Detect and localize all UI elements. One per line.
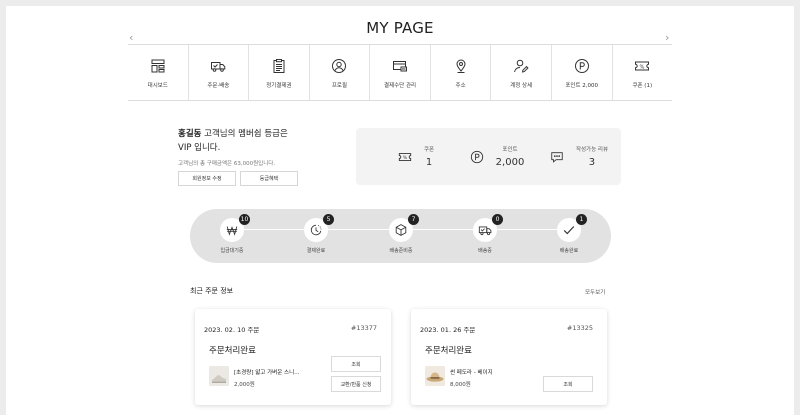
delivery-truck-icon bbox=[211, 62, 226, 72]
order-card[interactable]: 2023. 02. 10 주문 #13377 주문처리완료 [초경량] 얇고 가… bbox=[195, 309, 391, 405]
member-name: 홍길동 bbox=[178, 129, 202, 139]
purchase-total: 고객님의 총 구매금액은 63,000원입니다. bbox=[178, 161, 276, 167]
review-stat[interactable]: 작성가능 리뷰 3 bbox=[538, 145, 620, 168]
product-thumbnail[interactable] bbox=[209, 366, 229, 386]
step-count-badge: 1 bbox=[576, 214, 587, 225]
nav-label: 대시보드 bbox=[147, 83, 168, 89]
step-label: 배송완료 bbox=[559, 248, 579, 254]
coupon-icon: % bbox=[398, 152, 412, 161]
product-name[interactable]: 썬 페도라 - 베이지 bbox=[450, 368, 493, 376]
coupon-stat[interactable]: % 쿠폰 1 bbox=[376, 145, 456, 168]
view-all-link[interactable]: 모두보기 bbox=[585, 288, 605, 296]
credit-card-icon bbox=[393, 61, 408, 72]
recent-orders-title: 최근 주문 정보 bbox=[190, 287, 234, 295]
step-label: 배송준비중 bbox=[389, 248, 413, 254]
point-label: 포인트 bbox=[502, 147, 518, 153]
point-value: 2,000 bbox=[495, 157, 525, 168]
point-icon bbox=[574, 59, 589, 73]
order-status: 주문처리완료 bbox=[209, 346, 256, 356]
step-label: 입금대기중 bbox=[220, 248, 244, 254]
point-icon bbox=[470, 150, 483, 163]
dashboard-icon bbox=[151, 59, 165, 73]
nav-label: 결제수단 관리 bbox=[383, 83, 417, 89]
step-awaiting-deposit[interactable]: 10 입금대기중 bbox=[202, 214, 262, 254]
nav-item-account[interactable]: 계정 상세 bbox=[490, 45, 551, 100]
nav-item-points[interactable]: 포인트 2,000 bbox=[550, 45, 612, 100]
nav-item-profile[interactable]: 프로필 bbox=[308, 45, 370, 100]
nav-label: 계정 상세 bbox=[510, 83, 533, 89]
order-number: #13377 bbox=[350, 324, 377, 332]
profile-icon bbox=[332, 59, 347, 73]
step-count-badge: 7 bbox=[408, 214, 419, 225]
nav-label: 정기결제권 bbox=[266, 83, 292, 89]
product-price: 2,000원 bbox=[234, 382, 255, 388]
order-card[interactable]: 2023. 01. 26 주문 #13325 주문처리완료 썬 페도라 - 베이… bbox=[411, 309, 607, 405]
step-payment-complete[interactable]: 5 결제완료 bbox=[286, 214, 346, 254]
nav-label: 포인트 2,000 bbox=[565, 83, 599, 89]
clock-icon bbox=[310, 224, 322, 236]
membership-info: 홍길동 고객님의 멤버쉽 등급은 VIP 입니다. 고객님의 총 구매금액은 6… bbox=[178, 127, 298, 186]
step-count-badge: 0 bbox=[492, 214, 503, 225]
nav-item-subscription[interactable]: 정기결제권 bbox=[248, 45, 309, 100]
step-shipping[interactable]: 0 배송중 bbox=[455, 214, 515, 254]
exchange-return-button[interactable]: 교환/반품 신청 bbox=[331, 376, 381, 392]
order-date: 2023. 02. 10 주문 bbox=[204, 326, 260, 334]
stats-panel: % 쿠폰 1 포인트 2,000 작성가능 리뷰 3 bbox=[356, 128, 621, 185]
coupon-icon: % bbox=[635, 61, 650, 71]
product-price: 8,000원 bbox=[450, 382, 471, 388]
nav-next-arrow[interactable]: › bbox=[665, 31, 669, 44]
review-label: 작성가능 리뷰 bbox=[575, 147, 609, 153]
step-count-badge: 5 bbox=[323, 214, 334, 225]
nav-item-payment[interactable]: 결제수단 관리 bbox=[369, 45, 430, 100]
nav-label: 주소 bbox=[455, 83, 466, 89]
order-number: #13325 bbox=[566, 324, 593, 332]
view-order-button[interactable]: 조회 bbox=[543, 376, 593, 392]
nav-item-coupons[interactable]: % 쿠폰 (1) bbox=[611, 45, 673, 100]
nav-item-address[interactable]: 주소 bbox=[429, 45, 491, 100]
box-icon bbox=[395, 224, 407, 236]
page-title: MY PAGE bbox=[366, 19, 434, 37]
membership-grade: VIP 입니다. bbox=[178, 143, 221, 153]
step-preparing-shipment[interactable]: 7 배송준비중 bbox=[371, 214, 431, 254]
point-stat[interactable]: 포인트 2,000 bbox=[456, 145, 538, 168]
nav-label: 프로필 bbox=[331, 83, 348, 89]
delivery-truck-icon bbox=[478, 226, 492, 236]
clipboard-icon bbox=[273, 59, 285, 73]
step-label: 배송중 bbox=[478, 248, 492, 254]
nav-prev-arrow[interactable]: ‹ bbox=[129, 31, 133, 44]
svg-text:%: % bbox=[640, 64, 645, 70]
svg-text:%: % bbox=[403, 155, 408, 161]
membership-text: 고객님의 멤버쉽 등급은 bbox=[201, 129, 288, 139]
order-progress: 10 입금대기중 5 결제완료 7 배송준비중 0 배송중 1 배송완료 bbox=[190, 209, 611, 263]
mypage-nav: 대시보드 주문·배송 정기결제권 프로필 결제수단 관리 주소 계정 상세 포인… bbox=[128, 44, 672, 101]
nav-item-dashboard[interactable]: 대시보드 bbox=[128, 45, 188, 100]
check-icon bbox=[563, 226, 575, 235]
grade-benefit-button[interactable]: 등급혜택 bbox=[240, 171, 298, 186]
coupon-value: 1 bbox=[425, 157, 433, 168]
step-label: 결제완료 bbox=[306, 248, 326, 254]
edit-profile-button[interactable]: 회원정보 수정 bbox=[178, 171, 236, 186]
product-thumbnail[interactable] bbox=[425, 366, 445, 386]
order-status: 주문처리완료 bbox=[425, 346, 472, 356]
won-icon bbox=[226, 226, 238, 236]
speech-bubble-icon bbox=[551, 151, 563, 163]
nav-label: 주문·배송 bbox=[207, 83, 230, 89]
account-edit-icon bbox=[514, 59, 529, 73]
coupon-label: 쿠폰 bbox=[423, 147, 435, 153]
step-count-badge: 10 bbox=[239, 214, 250, 225]
nav-item-orders[interactable]: 주문·배송 bbox=[187, 45, 249, 100]
view-order-button[interactable]: 조회 bbox=[331, 356, 381, 372]
order-date: 2023. 01. 26 주문 bbox=[420, 326, 476, 334]
map-pin-icon bbox=[456, 59, 466, 73]
review-value: 3 bbox=[588, 157, 596, 168]
page: MY PAGE ‹ › 대시보드 주문·배송 정기결제권 프로필 결제수단 관리… bbox=[6, 6, 794, 415]
step-delivered[interactable]: 1 배송완료 bbox=[539, 214, 599, 254]
product-name[interactable]: [초경량] 얇고 가벼운 스니… bbox=[234, 368, 300, 376]
nav-label: 쿠폰 (1) bbox=[632, 83, 653, 89]
